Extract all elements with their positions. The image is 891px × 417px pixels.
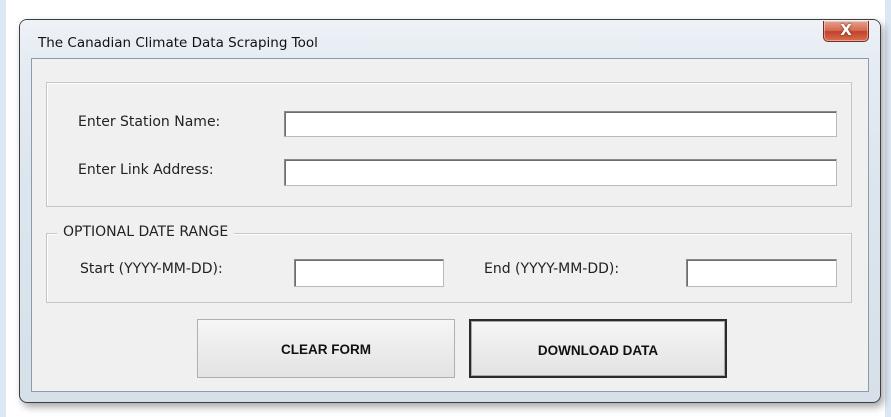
end-date-input[interactable] xyxy=(686,259,837,287)
download-data-button[interactable]: DOWNLOAD DATA xyxy=(469,319,727,378)
station-info-frame: Enter Station Name: Enter Link Address: xyxy=(46,82,852,207)
desktop-background-left xyxy=(0,0,6,417)
end-date-label: End (YYYY-MM-DD): xyxy=(484,261,620,277)
dialog-client-area: Enter Station Name: Enter Link Address: … xyxy=(31,58,869,392)
start-date-input[interactable] xyxy=(294,259,444,287)
window-title: The Canadian Climate Data Scraping Tool xyxy=(38,35,318,51)
close-button[interactable]: X xyxy=(823,21,869,42)
desktop-background-right xyxy=(885,0,891,417)
dialog-window: The Canadian Climate Data Scraping Tool … xyxy=(19,19,881,403)
clear-form-button[interactable]: CLEAR FORM xyxy=(197,319,455,378)
date-range-legend: OPTIONAL DATE RANGE xyxy=(57,224,235,240)
station-name-label: Enter Station Name: xyxy=(78,114,221,130)
start-date-label: Start (YYYY-MM-DD): xyxy=(80,261,223,277)
close-icon: X xyxy=(840,21,852,39)
link-address-label: Enter Link Address: xyxy=(78,162,214,178)
link-address-input[interactable] xyxy=(284,159,837,186)
station-name-input[interactable] xyxy=(284,111,837,137)
date-range-group: OPTIONAL DATE RANGE Start (YYYY-MM-DD): … xyxy=(46,224,852,303)
title-bar[interactable]: The Canadian Climate Data Scraping Tool … xyxy=(20,20,880,58)
